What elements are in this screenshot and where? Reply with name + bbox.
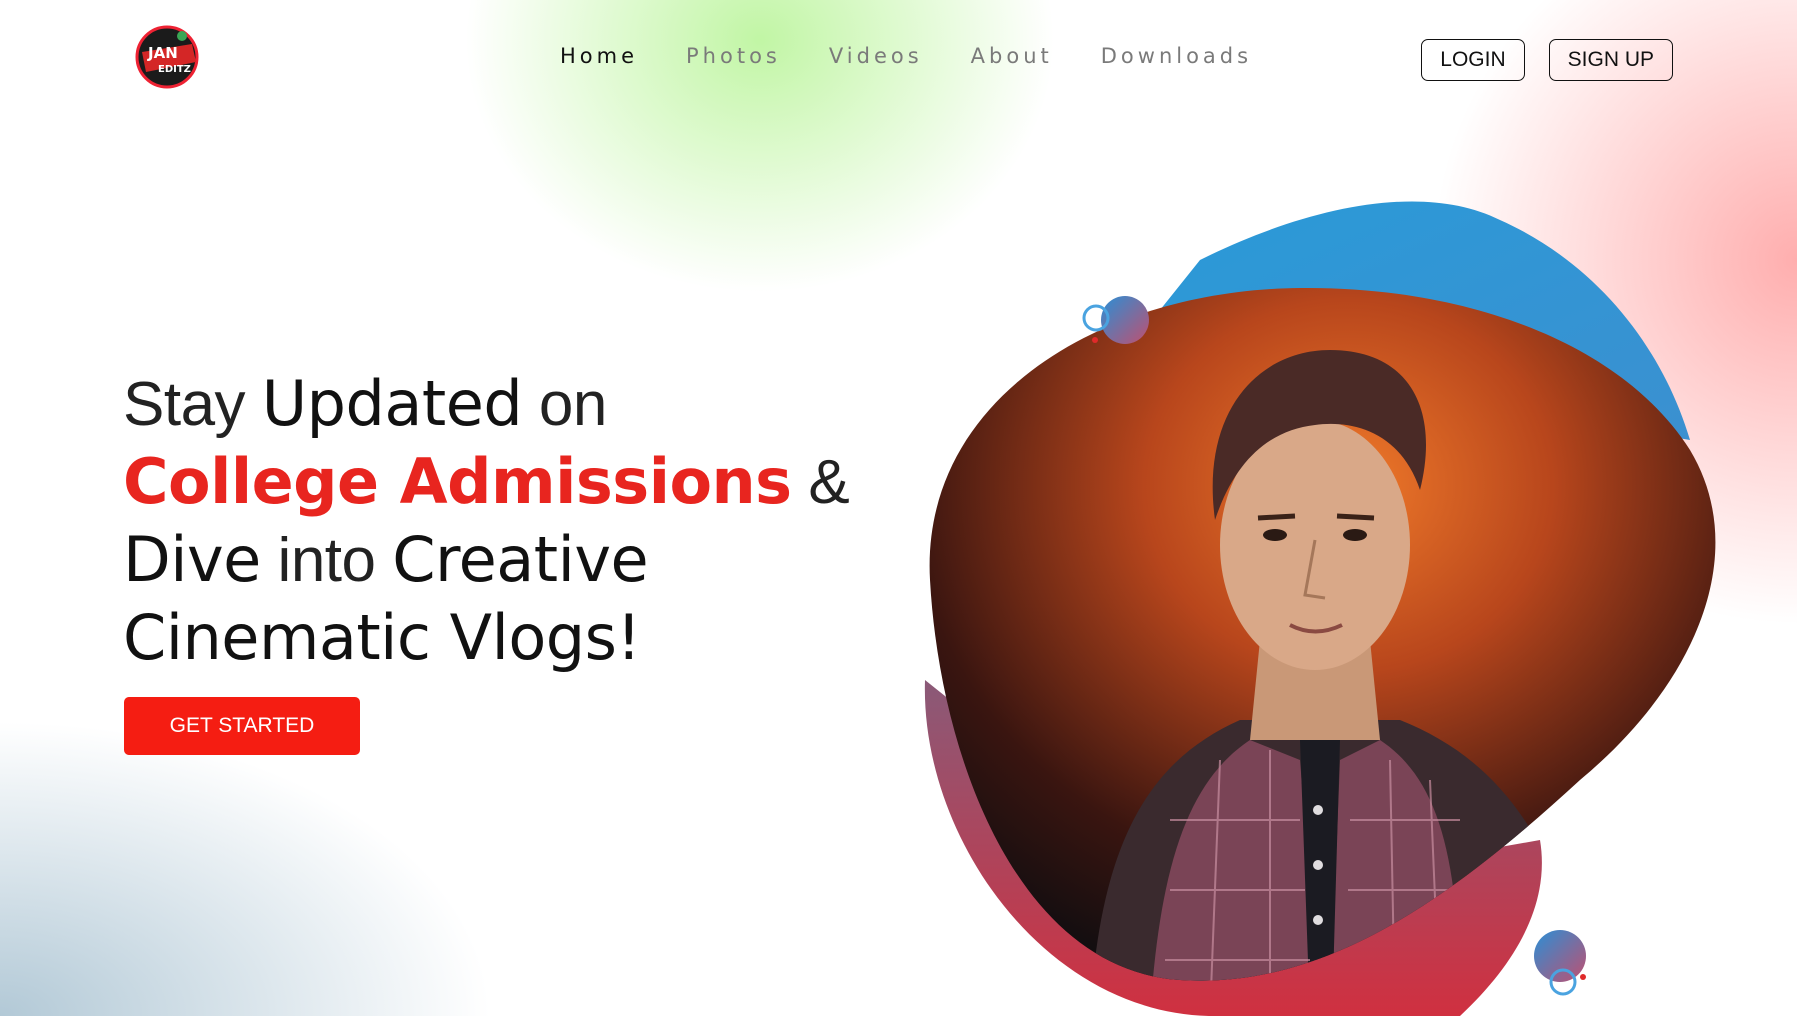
nav-item-home[interactable]: Home	[560, 44, 638, 68]
logo-text-bottom: EDITZ	[158, 64, 191, 75]
login-button[interactable]: LOGIN	[1421, 39, 1525, 81]
nav-item-photos[interactable]: Photos	[686, 44, 781, 68]
portrait-image	[929, 287, 1716, 981]
headline-updated: Updated	[261, 367, 523, 440]
nav-item-about[interactable]: About	[971, 44, 1053, 68]
auth-buttons: LOGIN SIGN UP	[1421, 39, 1673, 81]
brand-logo-icon[interactable]: JAN EDITZ	[126, 22, 208, 92]
headline-ampersand: &	[791, 448, 850, 517]
headline-cinematic-vlogs: Cinematic Vlogs!	[123, 601, 641, 674]
get-started-button[interactable]: GET STARTED	[124, 697, 360, 755]
hero-headline: Stay Updated on College Admissions & Div…	[123, 365, 850, 676]
headline-dive: Dive	[123, 523, 261, 596]
nav-item-videos[interactable]: Videos	[829, 44, 923, 68]
headline-on: on	[522, 370, 607, 439]
decor-dot-bottom	[1534, 930, 1586, 982]
main-nav: Home Photos Videos About Downloads	[560, 44, 1300, 68]
headline-stay: Stay	[123, 370, 262, 439]
hero-artwork	[924, 201, 1716, 1016]
signup-button[interactable]: SIGN UP	[1548, 39, 1673, 81]
logo-text-top: JAN	[147, 44, 178, 62]
headline-college-admissions: College Admissions	[123, 445, 792, 518]
headline-into: into	[260, 526, 393, 595]
nav-item-downloads[interactable]: Downloads	[1101, 44, 1252, 68]
headline-creative: Creative	[392, 523, 649, 596]
